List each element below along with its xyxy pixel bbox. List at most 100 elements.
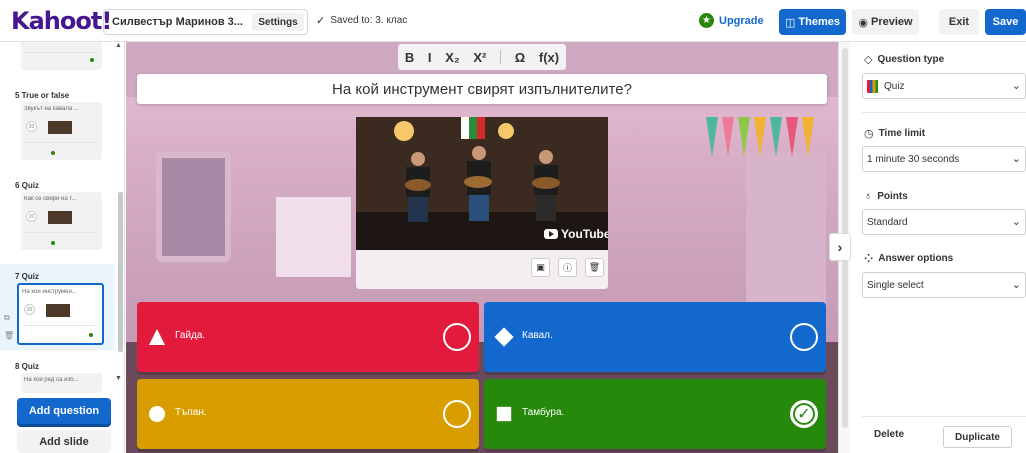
- slide-label: 8 Quiz: [15, 362, 40, 371]
- time-limit-select[interactable]: 1 minute 30 seconds ⌄: [862, 146, 1026, 172]
- media-actions: ▣ ⓘ 🗑: [531, 258, 604, 277]
- equation-button[interactable]: f(x): [539, 50, 559, 65]
- save-button[interactable]: Save: [985, 9, 1026, 35]
- slide-thumbnail[interactable]: Как се свири на т... 20: [21, 192, 102, 250]
- delete-button[interactable]: Delete: [874, 429, 904, 440]
- answer-text[interactable]: Тамбура.: [522, 407, 564, 418]
- themes-button[interactable]: ◫ Themes: [779, 9, 846, 35]
- special-char-button[interactable]: Ω: [515, 50, 525, 65]
- exit-button[interactable]: Exit: [939, 9, 979, 35]
- thumbnail-answers: [25, 52, 97, 62]
- correct-dot: [89, 333, 93, 337]
- question-type-value: Quiz: [884, 80, 905, 92]
- quiz-icon: [867, 79, 878, 93]
- sidebar-scrollbar[interactable]: ▲ ▼: [115, 42, 124, 392]
- slide-item-5[interactable]: 5 True or false Звукът на кавала ... 20: [0, 87, 115, 167]
- points-heading: ♁ Points: [864, 190, 908, 202]
- thumbnail-title: На кой инструмен...: [22, 289, 77, 295]
- star-icon: ★: [699, 13, 714, 28]
- bold-button[interactable]: B: [405, 50, 414, 65]
- slide-item-7[interactable]: 7 Quiz На кой инструмен... 20 ⧉ 🗑: [0, 264, 115, 350]
- slide-item[interactable]: 20: [0, 42, 115, 72]
- chevron-down-icon: ⌄: [1011, 153, 1021, 165]
- correct-dot: [90, 58, 94, 62]
- kahoot-logo[interactable]: Kahoot!: [11, 7, 112, 35]
- question-input[interactable]: На кой инструмент свирят изпълнителите?: [137, 74, 827, 104]
- triangle-icon: [149, 329, 165, 345]
- correct-toggle[interactable]: [443, 323, 471, 351]
- answer-text[interactable]: Гайда.: [175, 330, 205, 341]
- slide-item-8[interactable]: 8 Quiz На кой ред са изб...: [0, 358, 115, 398]
- upgrade-label: Upgrade: [719, 14, 764, 27]
- slide-thumbnail[interactable]: Звукът на кавала ... 20: [21, 102, 102, 160]
- thumbnail-answers: [25, 142, 97, 152]
- text-format-toolbar: B I X₂ X² Ω f(x): [398, 44, 566, 70]
- square-icon: [496, 406, 512, 422]
- thumbnail-title: Как се свири на т...: [24, 196, 77, 202]
- slide-label: 5 True or false: [15, 91, 70, 100]
- add-slide-button[interactable]: Add slide: [17, 430, 111, 453]
- answer-3[interactable]: Тъпан.: [137, 379, 479, 449]
- bunting-flag: [722, 117, 734, 157]
- italic-button[interactable]: I: [428, 50, 432, 65]
- kahoot-title-field[interactable]: Силвестър Маринов 3... Settings: [103, 9, 308, 35]
- answer-text[interactable]: Кавал.: [522, 330, 553, 341]
- slide-thumbnail[interactable]: На кой инструмен... 20: [17, 283, 104, 345]
- answer-2[interactable]: Кавал.: [484, 302, 826, 372]
- preview-button[interactable]: ◉ Preview: [852, 9, 919, 35]
- replace-media-icon[interactable]: ▣: [531, 258, 550, 277]
- duplicate-button[interactable]: Duplicate: [943, 426, 1012, 448]
- scroll-thumb[interactable]: [118, 192, 123, 352]
- thumbnail-image: [48, 211, 72, 224]
- slide-label: 7 Quiz: [15, 272, 40, 281]
- answer-1[interactable]: Гайда.: [137, 302, 479, 372]
- scroll-up-icon[interactable]: ▲: [115, 42, 122, 49]
- eye-icon: ◉: [858, 16, 868, 29]
- media-container: YouTube ▣ ⓘ 🗑: [356, 117, 608, 289]
- scroll-down-icon[interactable]: ▼: [115, 375, 122, 382]
- bunting-flag: [770, 117, 782, 157]
- points-icon: ♁: [864, 190, 873, 202]
- diamond-icon: [494, 327, 514, 347]
- clock-icon: ◷: [864, 128, 874, 140]
- chevron-down-icon: ⌄: [1011, 216, 1021, 228]
- answer-4[interactable]: Тамбура. ✓: [484, 379, 826, 449]
- question-type-label: Question type: [877, 54, 945, 65]
- thumbnail-title: На кой ред са изб...: [24, 377, 79, 383]
- bunting-flag: [754, 117, 766, 157]
- divider: [862, 416, 1026, 417]
- themes-label: Themes: [798, 16, 840, 28]
- superscript-button[interactable]: X²: [473, 50, 486, 65]
- upgrade-button[interactable]: ★ Upgrade: [699, 13, 764, 28]
- question-type-select[interactable]: Quiz ⌄: [862, 73, 1026, 99]
- info-icon[interactable]: ⓘ: [558, 258, 577, 277]
- subscript-button[interactable]: X₂: [445, 50, 459, 65]
- answer-options-select[interactable]: Single select ⌄: [862, 272, 1026, 298]
- correct-toggle[interactable]: [790, 323, 818, 351]
- question-type-icon: ◇: [864, 54, 873, 66]
- answer-options-value: Single select: [867, 279, 924, 291]
- bunting-flag: [786, 117, 798, 157]
- saved-status: ✓ Saved to: 3. клас: [316, 14, 407, 27]
- saved-text: Saved to: 3. клас: [330, 15, 408, 26]
- slide-item-6[interactable]: 6 Quiz Как се свири на т... 20: [0, 177, 115, 257]
- slide-list: 20 5 True or false Звукът на кавала ... …: [0, 42, 125, 453]
- settings-button[interactable]: Settings: [252, 13, 304, 31]
- correct-dot: [51, 241, 55, 245]
- collapse-panel-button[interactable]: ›: [829, 233, 851, 261]
- question-video[interactable]: YouTube: [356, 117, 608, 250]
- bunting-flag: [802, 117, 814, 157]
- correct-toggle-checked[interactable]: ✓: [790, 400, 818, 428]
- delete-media-icon[interactable]: 🗑: [585, 258, 604, 277]
- points-select[interactable]: Standard ⌄: [862, 209, 1026, 235]
- slide-thumbnail[interactable]: На кой ред са изб...: [21, 373, 102, 393]
- add-question-button[interactable]: Add question: [17, 398, 111, 424]
- correct-toggle[interactable]: [443, 400, 471, 428]
- slide-thumbnail[interactable]: 20: [21, 42, 102, 70]
- settings-panel: ◇ Question type Quiz ⌄ ◷ Time limit 1 mi…: [851, 42, 1026, 453]
- correct-dot: [51, 151, 55, 155]
- slide-label: 6 Quiz: [15, 181, 40, 190]
- trash-icon[interactable]: 🗑: [4, 331, 14, 340]
- answer-text[interactable]: Тъпан.: [175, 407, 207, 418]
- duplicate-icon[interactable]: ⧉: [4, 313, 10, 323]
